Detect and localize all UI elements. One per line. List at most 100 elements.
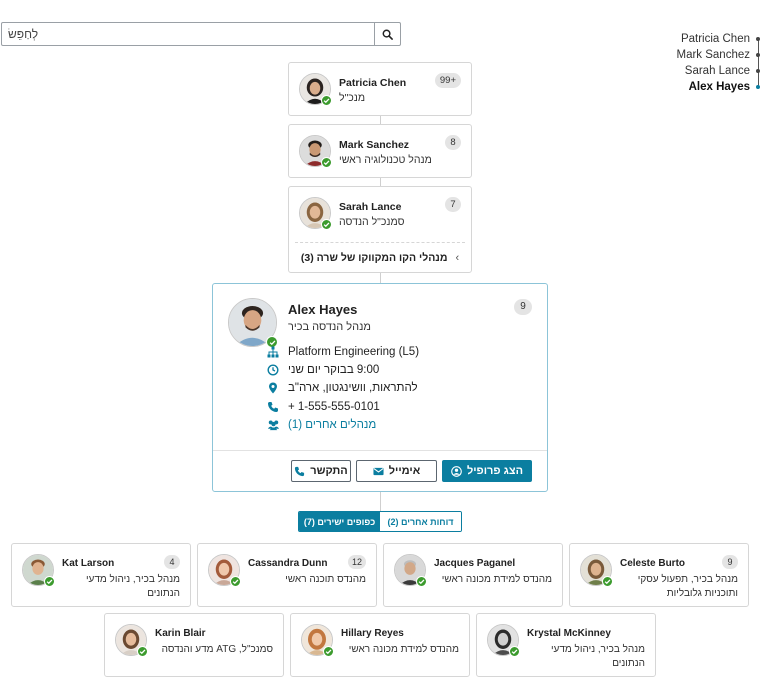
breadcrumb-label: Alex Hayes (688, 81, 750, 93)
reports-count-badge: 9 (722, 555, 738, 569)
avatar (115, 624, 148, 657)
search-button[interactable] (374, 23, 400, 45)
breadcrumb-label: Sarah Lance (684, 65, 750, 77)
report-card[interactable]: Hillary Reyes מהנדס למידת מכונה ראשי (290, 613, 470, 677)
clock-icon (267, 364, 279, 376)
report-title: מנהל בכיר, תפעול עסקי ותוכניות גלובליות (637, 574, 738, 599)
avatar (394, 554, 427, 587)
status-online-icon (321, 219, 332, 230)
report-title: סמנכ"ל, ATG מדע והנדסה (161, 644, 273, 655)
connector-line (380, 116, 381, 124)
report-title: מהנדס למידת מכונה ראשי (348, 644, 459, 655)
status-online-icon (416, 576, 427, 587)
report-name: Cassandra Dunn (248, 558, 328, 569)
report-name: Kat Larson (62, 558, 115, 569)
dotted-line-managers-link[interactable]: מנהלי הקו המקווקו של שרה (3) ‹ (295, 242, 465, 272)
report-title: מנהל בכיר, ניהול מדעי הנתונים (550, 644, 645, 669)
status-online-icon (323, 646, 334, 657)
card-divider (213, 450, 547, 451)
manager-name: Mark Sanchez (339, 139, 410, 151)
report-name: Krystal McKinney (527, 628, 611, 639)
local-time-row: 9:00 בבוקר יום שני (267, 361, 380, 379)
reports-tabs: כפופים ישירים (7) דוחות אחרים (2) (298, 511, 462, 532)
tab-other-reports[interactable]: דוחות אחרים (2) (380, 512, 461, 531)
report-title: מהנדס תוכנה ראשי (285, 574, 366, 585)
envelope-icon (373, 467, 384, 475)
breadcrumb-label: Mark Sanchez (676, 49, 750, 61)
manager-card[interactable]: Patricia Chen מנכ"ל 99+ (288, 62, 472, 116)
other-managers-text: מנהלים אחרים (1) (288, 419, 377, 431)
breadcrumb-dot (756, 37, 760, 41)
status-online-icon (230, 576, 241, 587)
search-box (1, 22, 401, 46)
manager-name: Sarah Lance (339, 201, 402, 213)
chevron-left-icon: ‹ (455, 251, 460, 264)
status-online-icon (321, 95, 332, 106)
status-online-icon (321, 157, 332, 168)
local-time-text: 9:00 בבוקר יום שני (288, 364, 380, 376)
employee-name: Alex Hayes (288, 302, 358, 317)
avatar (580, 554, 613, 587)
location-text: להתראות, וושינגטון, ארה"ב (288, 382, 418, 394)
status-online-icon (137, 646, 148, 657)
breadcrumb-item-current: Alex Hayes (641, 79, 761, 95)
report-card[interactable]: Kat Larson מנהל בכיר, ניהול מדעי הנתונים… (11, 543, 191, 607)
dotted-line-managers-label: מנהלי הקו המקווקו של שרה (3) (300, 251, 448, 264)
reports-count-badge: 4 (164, 555, 180, 569)
breadcrumb-label: Patricia Chen (680, 33, 750, 45)
user-circle-icon (451, 465, 462, 477)
call-button[interactable]: התקשר (291, 460, 351, 482)
avatar (301, 624, 334, 657)
location-pin-icon (269, 382, 277, 394)
view-profile-button[interactable]: הצג פרופיל (442, 460, 532, 482)
avatar (487, 624, 520, 657)
avatar (299, 135, 332, 168)
connector-line (380, 273, 381, 283)
report-name: Jacques Paganel (434, 558, 516, 569)
breadcrumb-item[interactable]: Mark Sanchez (641, 47, 761, 63)
manager-title: סמנכ"ל הנדסה (339, 216, 405, 228)
avatar (228, 298, 278, 348)
avatar (22, 554, 55, 587)
report-card[interactable]: Jacques Paganel מהנדס למידת מכונה ראשי (383, 543, 563, 607)
email-button[interactable]: אימייל (356, 460, 437, 482)
phone-row: + 1-555-555-0101 (268, 398, 380, 416)
report-name: Celeste Burto (620, 558, 686, 569)
status-online-icon (44, 576, 55, 587)
breadcrumb-dot (756, 69, 760, 73)
connector-line (380, 178, 381, 186)
phone-text: + 1-555-555-0101 (288, 401, 380, 413)
breadcrumb-item[interactable]: Sarah Lance (641, 63, 761, 79)
connector-line (380, 492, 381, 511)
report-card[interactable]: Krystal McKinney מנהל בכיר, ניהול מדעי ה… (476, 613, 656, 677)
tab-direct-reports[interactable]: כפופים ישירים (7) (299, 512, 380, 531)
org-chart-icon (267, 346, 279, 358)
search-icon (382, 29, 393, 40)
report-card[interactable]: Cassandra Dunn מהנדס תוכנה ראשי 12 (197, 543, 377, 607)
other-managers-link[interactable]: מנהלים אחרים (1) (267, 416, 377, 434)
call-button-label: התקשר (310, 465, 348, 477)
reports-count-badge: 8 (445, 135, 461, 150)
phone-icon (295, 466, 305, 476)
avatar (299, 73, 332, 106)
avatar (299, 197, 332, 230)
phone-icon (268, 402, 278, 412)
report-title: מהנדס למידת מכונה ראשי (441, 574, 552, 585)
reports-count-badge: 9 (514, 299, 532, 315)
report-card[interactable]: Celeste Burto מנהל בכיר, תפעול עסקי ותוכ… (569, 543, 749, 607)
manager-card[interactable]: Mark Sanchez מנהל טכנולוגיה ראשי 8 (288, 124, 472, 178)
breadcrumb-dot (756, 85, 760, 89)
report-name: Karin Blair (155, 628, 206, 639)
status-online-icon (602, 576, 613, 587)
department-row: Platform Engineering (L5) (267, 343, 420, 361)
search-input[interactable] (2, 23, 374, 45)
department-text: Platform Engineering (L5) (288, 346, 420, 358)
report-name: Hillary Reyes (341, 628, 404, 639)
report-card[interactable]: Karin Blair סמנכ"ל, ATG מדע והנדסה (104, 613, 284, 677)
breadcrumb-dot (756, 53, 760, 57)
employee-title: מנהל הנדסה בכיר (288, 321, 371, 333)
users-icon (267, 420, 280, 431)
breadcrumb-item[interactable]: Patricia Chen (641, 31, 761, 47)
manager-card[interactable]: Sarah Lance סמנכ"ל הנדסה 7 מנהלי הקו המק… (288, 186, 472, 273)
manager-title: מנהל טכנולוגיה ראשי (339, 154, 432, 166)
